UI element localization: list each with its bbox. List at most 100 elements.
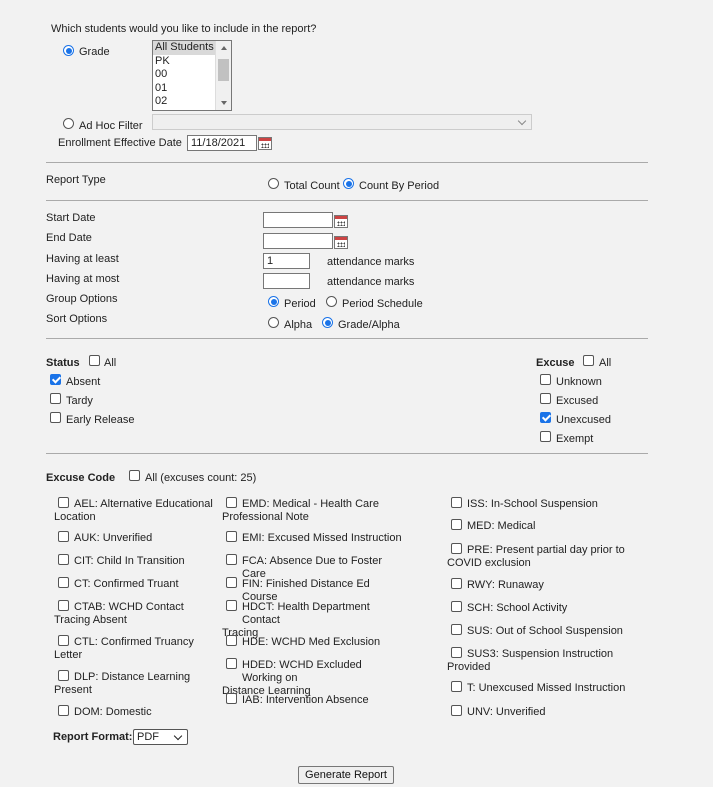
- group-options-label: Group Options: [46, 293, 118, 305]
- excuse-code-label: ISS: In-School Suspension: [447, 498, 627, 511]
- excuse-code-text-continued: Provided: [447, 661, 491, 673]
- excuse-code-label: AUK: Unverified: [54, 532, 234, 545]
- adhoc-label: Ad Hoc Filter: [79, 120, 143, 132]
- status-item-label: Tardy: [66, 395, 93, 407]
- excuse-code-text: HDE: WCHD Med Exclusion: [242, 636, 381, 648]
- excuse-code-text-continued: Location: [54, 511, 96, 523]
- count-by-period-radio[interactable]: [343, 178, 354, 189]
- excuse-code-title: Excuse Code: [46, 472, 116, 484]
- divider: [46, 338, 648, 339]
- excuse-code-text: ISS: In-School Suspension: [467, 498, 598, 510]
- divider: [46, 162, 648, 163]
- grade-radio[interactable]: [63, 45, 74, 56]
- enrollment-date-input[interactable]: 11/18/2021: [187, 135, 257, 151]
- excuse-all-label: All: [599, 357, 612, 369]
- excuse-code-text: AUK: Unverified: [74, 532, 153, 544]
- generate-report-button[interactable]: Generate Report: [298, 766, 394, 784]
- calendar-icon[interactable]: [258, 137, 272, 150]
- alpha-radio[interactable]: [268, 317, 279, 328]
- end-date-input[interactable]: [263, 233, 333, 249]
- report-format-label: Report Format:: [53, 731, 133, 743]
- having-most-input[interactable]: [263, 273, 310, 289]
- excuse-code-text: EMI: Excused Missed Instruction: [242, 532, 402, 544]
- start-date-label: Start Date: [46, 212, 96, 224]
- excuse-code-text: DLP: Distance Learning: [74, 671, 191, 683]
- listbox-scrollbar[interactable]: [215, 41, 231, 110]
- excuse-code-text: RWY: Runaway: [467, 579, 544, 591]
- report-format-value: PDF: [137, 731, 159, 743]
- divider: [46, 453, 648, 454]
- grade-alpha-radio[interactable]: [322, 317, 333, 328]
- excuse-item-label: Unknown: [556, 376, 602, 388]
- total-count-radio[interactable]: [268, 178, 279, 189]
- count-by-period-label: Count By Period: [359, 180, 440, 192]
- period-schedule-label: Period Schedule: [342, 298, 423, 310]
- excuse-code-label: CTL: Confirmed Truancy Letter: [54, 636, 234, 662]
- adhoc-radio[interactable]: [63, 118, 74, 129]
- scroll-up-icon[interactable]: [221, 46, 227, 50]
- status-all-checkbox[interactable]: [89, 355, 100, 366]
- excuse-code-text: SCH: School Activity: [467, 602, 568, 614]
- attendance-marks-label: attendance marks: [327, 276, 415, 288]
- excuse-code-text: CIT: Child In Transition: [74, 555, 185, 567]
- chevron-down-icon: [173, 731, 183, 741]
- excuse-code-label: MED: Medical: [447, 520, 627, 533]
- scroll-down-icon[interactable]: [221, 101, 227, 105]
- divider: [46, 200, 648, 201]
- calendar-icon[interactable]: [334, 215, 348, 228]
- excuse-item-label: Excused: [556, 395, 599, 407]
- status-title: Status: [46, 357, 80, 369]
- calendar-icon[interactable]: [334, 236, 348, 249]
- having-least-input[interactable]: 1: [263, 253, 310, 269]
- start-date-input[interactable]: [263, 212, 333, 228]
- excuse-code-text-continued: Letter: [54, 649, 83, 661]
- excuse-code-text-continued: Professional Note: [222, 511, 309, 523]
- having-most-label: Having at most: [46, 273, 120, 285]
- total-count-label: Total Count: [284, 180, 340, 192]
- status-absent-checkbox[interactable]: [50, 374, 61, 385]
- grade-alpha-label: Grade/Alpha: [338, 319, 400, 331]
- excuse-code-label: PRE: Present partial day prior to COVID e…: [447, 544, 627, 570]
- excuse-code-text: HDCT: Health Department Contact: [242, 601, 370, 626]
- report-format-select[interactable]: PDF: [133, 729, 188, 745]
- excuse-item-label: Unexcused: [556, 414, 612, 426]
- scroll-thumb[interactable]: [218, 59, 229, 81]
- status-tardy-checkbox[interactable]: [50, 393, 61, 404]
- status-early-release-checkbox[interactable]: [50, 412, 61, 423]
- excuse-unknown-checkbox[interactable]: [540, 374, 551, 385]
- excuse-all-checkbox[interactable]: [583, 355, 594, 366]
- excuse-code-label: EMI: Excused Missed Instruction: [222, 532, 402, 545]
- excuse-code-label: HDCT: Health Department Contact Tracing: [222, 601, 402, 640]
- excuse-code-label: CTAB: WCHD Contact Tracing Absent: [54, 601, 234, 627]
- excuse-code-text: SUS3: Suspension Instruction: [467, 648, 614, 660]
- excuse-code-label: SUS: Out of School Suspension: [447, 625, 627, 638]
- excuse-code-label: HDED: WCHD Excluded Working on Distance L…: [222, 659, 402, 698]
- excuse-code-text: CTAB: WCHD Contact: [74, 601, 184, 613]
- period-label: Period: [284, 298, 316, 310]
- excuse-code-text-continued: Present: [54, 684, 92, 696]
- excuse-code-all-checkbox[interactable]: [129, 470, 140, 481]
- excuse-code-text: SUS: Out of School Suspension: [467, 625, 623, 637]
- excuse-excused-checkbox[interactable]: [540, 393, 551, 404]
- status-item-label: Absent: [66, 376, 101, 388]
- period-radio[interactable]: [268, 296, 279, 307]
- excuse-code-label: AEL: Alternative Educational Location: [54, 498, 234, 524]
- excuse-code-label: SCH: School Activity: [447, 602, 627, 615]
- report-type-label: Report Type: [46, 174, 106, 186]
- attendance-marks-label: attendance marks: [327, 256, 415, 268]
- excuse-code-label: HDE: WCHD Med Exclusion: [222, 636, 402, 649]
- grade-label: Grade: [79, 46, 110, 58]
- adhoc-filter-select[interactable]: [152, 114, 532, 130]
- excuse-code-text: AEL: Alternative Educational: [74, 498, 213, 510]
- excuse-code-label: DOM: Domestic: [54, 706, 234, 719]
- period-schedule-radio[interactable]: [326, 296, 337, 307]
- excuse-code-all-label: All (excuses count: 25): [145, 472, 257, 484]
- grade-listbox[interactable]: All Students PK 00 01 02: [152, 40, 232, 111]
- excuse-code-label: UNV: Unverified: [447, 706, 627, 719]
- excuse-code-label: EMD: Medical - Health Care Professional N…: [222, 498, 402, 524]
- chevron-down-icon: [517, 116, 527, 126]
- excuse-exempt-checkbox[interactable]: [540, 431, 551, 442]
- excuse-code-label: IAB: Intervention Absence: [222, 694, 402, 707]
- status-item-label: Early Release: [66, 414, 135, 426]
- excuse-unexcused-checkbox[interactable]: [540, 412, 551, 423]
